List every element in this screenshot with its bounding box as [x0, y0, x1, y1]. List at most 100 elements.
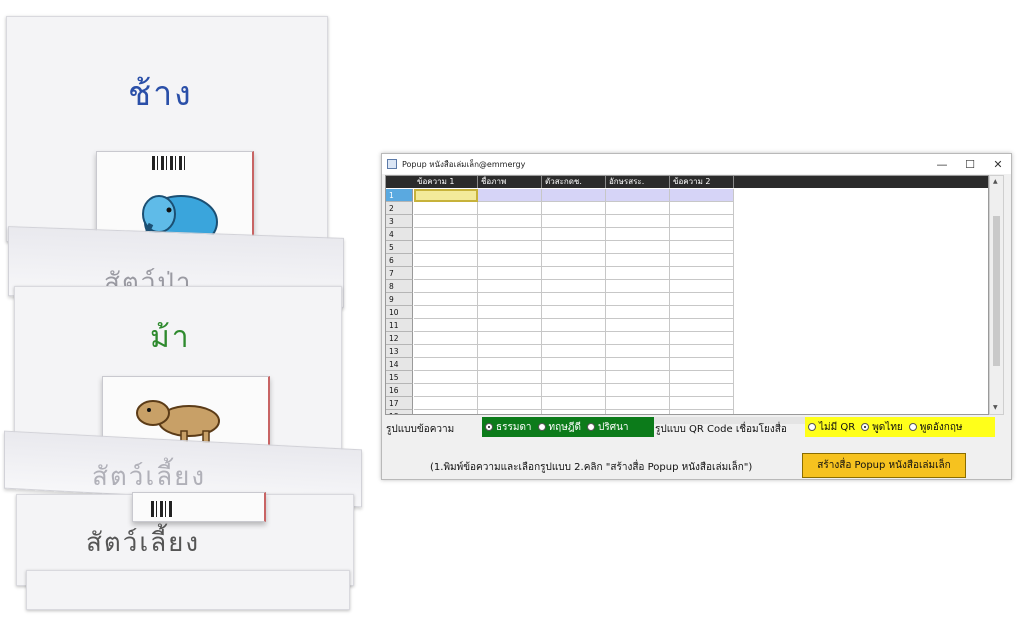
qr-style-option[interactable]: พูดอังกฤษ	[908, 420, 962, 435]
vertical-scrollbar[interactable]: ▲ ▼	[989, 175, 1004, 415]
scroll-down-icon[interactable]: ▼	[993, 404, 998, 411]
column-header[interactable]: ชื่อภาพ	[478, 176, 542, 188]
grid-cell[interactable]	[606, 332, 670, 345]
row-header[interactable]: 1	[386, 189, 413, 202]
grid-cell[interactable]	[606, 241, 670, 254]
grid-cell[interactable]	[606, 293, 670, 306]
grid-cell[interactable]	[414, 410, 478, 414]
grid-cell[interactable]	[478, 241, 542, 254]
qr-style-option[interactable]: พูดไทย	[861, 420, 903, 435]
grid-cell[interactable]	[414, 254, 478, 267]
row-header[interactable]: 5	[386, 241, 413, 254]
grid-cell[interactable]	[606, 228, 670, 241]
grid-cell[interactable]	[542, 410, 606, 414]
grid-cell[interactable]	[542, 280, 606, 293]
grid-cell[interactable]	[606, 267, 670, 280]
grid-cell[interactable]	[478, 189, 542, 202]
column-header[interactable]: ตัวสะกดช.	[542, 176, 606, 188]
grid-cell[interactable]	[542, 202, 606, 215]
grid-cell[interactable]	[414, 345, 478, 358]
grid-cell[interactable]	[478, 293, 542, 306]
radio-icon[interactable]	[485, 423, 493, 431]
qr-style-option[interactable]: ไม่มี QR	[808, 420, 855, 435]
grid-cell[interactable]	[542, 228, 606, 241]
row-header[interactable]: 3	[386, 215, 413, 228]
grid-cell[interactable]	[670, 358, 734, 371]
grid-cell[interactable]	[478, 202, 542, 215]
row-header[interactable]: 2	[386, 202, 413, 215]
row-header[interactable]: 18	[386, 410, 413, 414]
grid-cell[interactable]	[606, 319, 670, 332]
row-header[interactable]: 8	[386, 280, 413, 293]
grid-cell[interactable]	[542, 371, 606, 384]
grid-cell[interactable]	[414, 280, 478, 293]
grid-cell[interactable]	[414, 293, 478, 306]
row-header[interactable]: 6	[386, 254, 413, 267]
grid-cell[interactable]	[542, 254, 606, 267]
grid-cell[interactable]	[542, 241, 606, 254]
grid-cell[interactable]	[478, 228, 542, 241]
grid-cell[interactable]	[414, 384, 478, 397]
grid-cell[interactable]	[414, 267, 478, 280]
grid-cell[interactable]	[414, 241, 478, 254]
maximize-icon[interactable]: ☐	[955, 154, 985, 174]
grid-cell[interactable]	[478, 332, 542, 345]
grid-cell[interactable]	[478, 410, 542, 414]
radio-icon[interactable]	[537, 423, 546, 431]
grid-cell[interactable]	[670, 332, 734, 345]
radio-icon[interactable]	[808, 423, 816, 431]
grid-cell[interactable]	[542, 319, 606, 332]
grid-cell[interactable]	[478, 371, 542, 384]
grid-cell[interactable]	[542, 397, 606, 410]
radio-icon[interactable]	[908, 423, 917, 431]
row-header[interactable]: 14	[386, 358, 413, 371]
radio-icon[interactable]	[587, 423, 595, 431]
grid-cell[interactable]	[670, 345, 734, 358]
grid-cell[interactable]	[542, 267, 606, 280]
row-header[interactable]: 11	[386, 319, 413, 332]
scroll-up-icon[interactable]: ▲	[993, 178, 998, 185]
grid-cell[interactable]	[606, 358, 670, 371]
grid-cell[interactable]	[606, 202, 670, 215]
row-header[interactable]: 16	[386, 384, 413, 397]
grid-cell[interactable]	[542, 358, 606, 371]
grid-cell[interactable]	[478, 215, 542, 228]
grid-cell[interactable]	[670, 202, 734, 215]
grid-cell[interactable]	[606, 189, 670, 202]
grid-cell[interactable]	[478, 384, 542, 397]
grid-cell[interactable]	[414, 189, 478, 202]
row-header[interactable]: 13	[386, 345, 413, 358]
text-style-option[interactable]: ทฤษฎีดี	[537, 420, 581, 435]
grid-cell[interactable]	[670, 306, 734, 319]
grid-cell[interactable]	[542, 306, 606, 319]
grid-cell[interactable]	[670, 215, 734, 228]
minimize-icon[interactable]: —	[927, 154, 957, 174]
grid-cell[interactable]	[478, 254, 542, 267]
text-style-option[interactable]: ธรรมดา	[485, 420, 532, 435]
grid-cell[interactable]	[670, 397, 734, 410]
row-header[interactable]: 9	[386, 293, 413, 306]
data-grid[interactable]: ข้อความ 1 ชื่อภาพ ตัวสะกดช. อักษรสระ. ข้อควา…	[385, 175, 989, 415]
grid-cell[interactable]	[478, 306, 542, 319]
grid-cell[interactable]	[670, 241, 734, 254]
grid-cell[interactable]	[606, 371, 670, 384]
grid-cell[interactable]	[670, 319, 734, 332]
row-header[interactable]: 12	[386, 332, 413, 345]
column-header[interactable]: ข้อความ 2	[670, 176, 734, 188]
create-popup-button[interactable]: สร้างสื่อ Popup หนังสือเล่มเล็ก	[802, 453, 966, 478]
grid-cell[interactable]	[606, 280, 670, 293]
grid-cell[interactable]	[606, 397, 670, 410]
text-style-option[interactable]: ปริศนา	[587, 420, 629, 435]
grid-cell[interactable]	[606, 384, 670, 397]
grid-cell[interactable]	[670, 228, 734, 241]
grid-cell[interactable]	[414, 358, 478, 371]
radio-icon[interactable]	[861, 423, 870, 431]
grid-cell[interactable]	[606, 410, 670, 414]
grid-cell[interactable]	[414, 228, 478, 241]
grid-cell[interactable]	[542, 332, 606, 345]
grid-cell[interactable]	[606, 306, 670, 319]
close-icon[interactable]: ✕	[983, 154, 1011, 174]
grid-cell[interactable]	[478, 319, 542, 332]
row-header[interactable]: 17	[386, 397, 413, 410]
column-header[interactable]: อักษรสระ.	[606, 176, 670, 188]
